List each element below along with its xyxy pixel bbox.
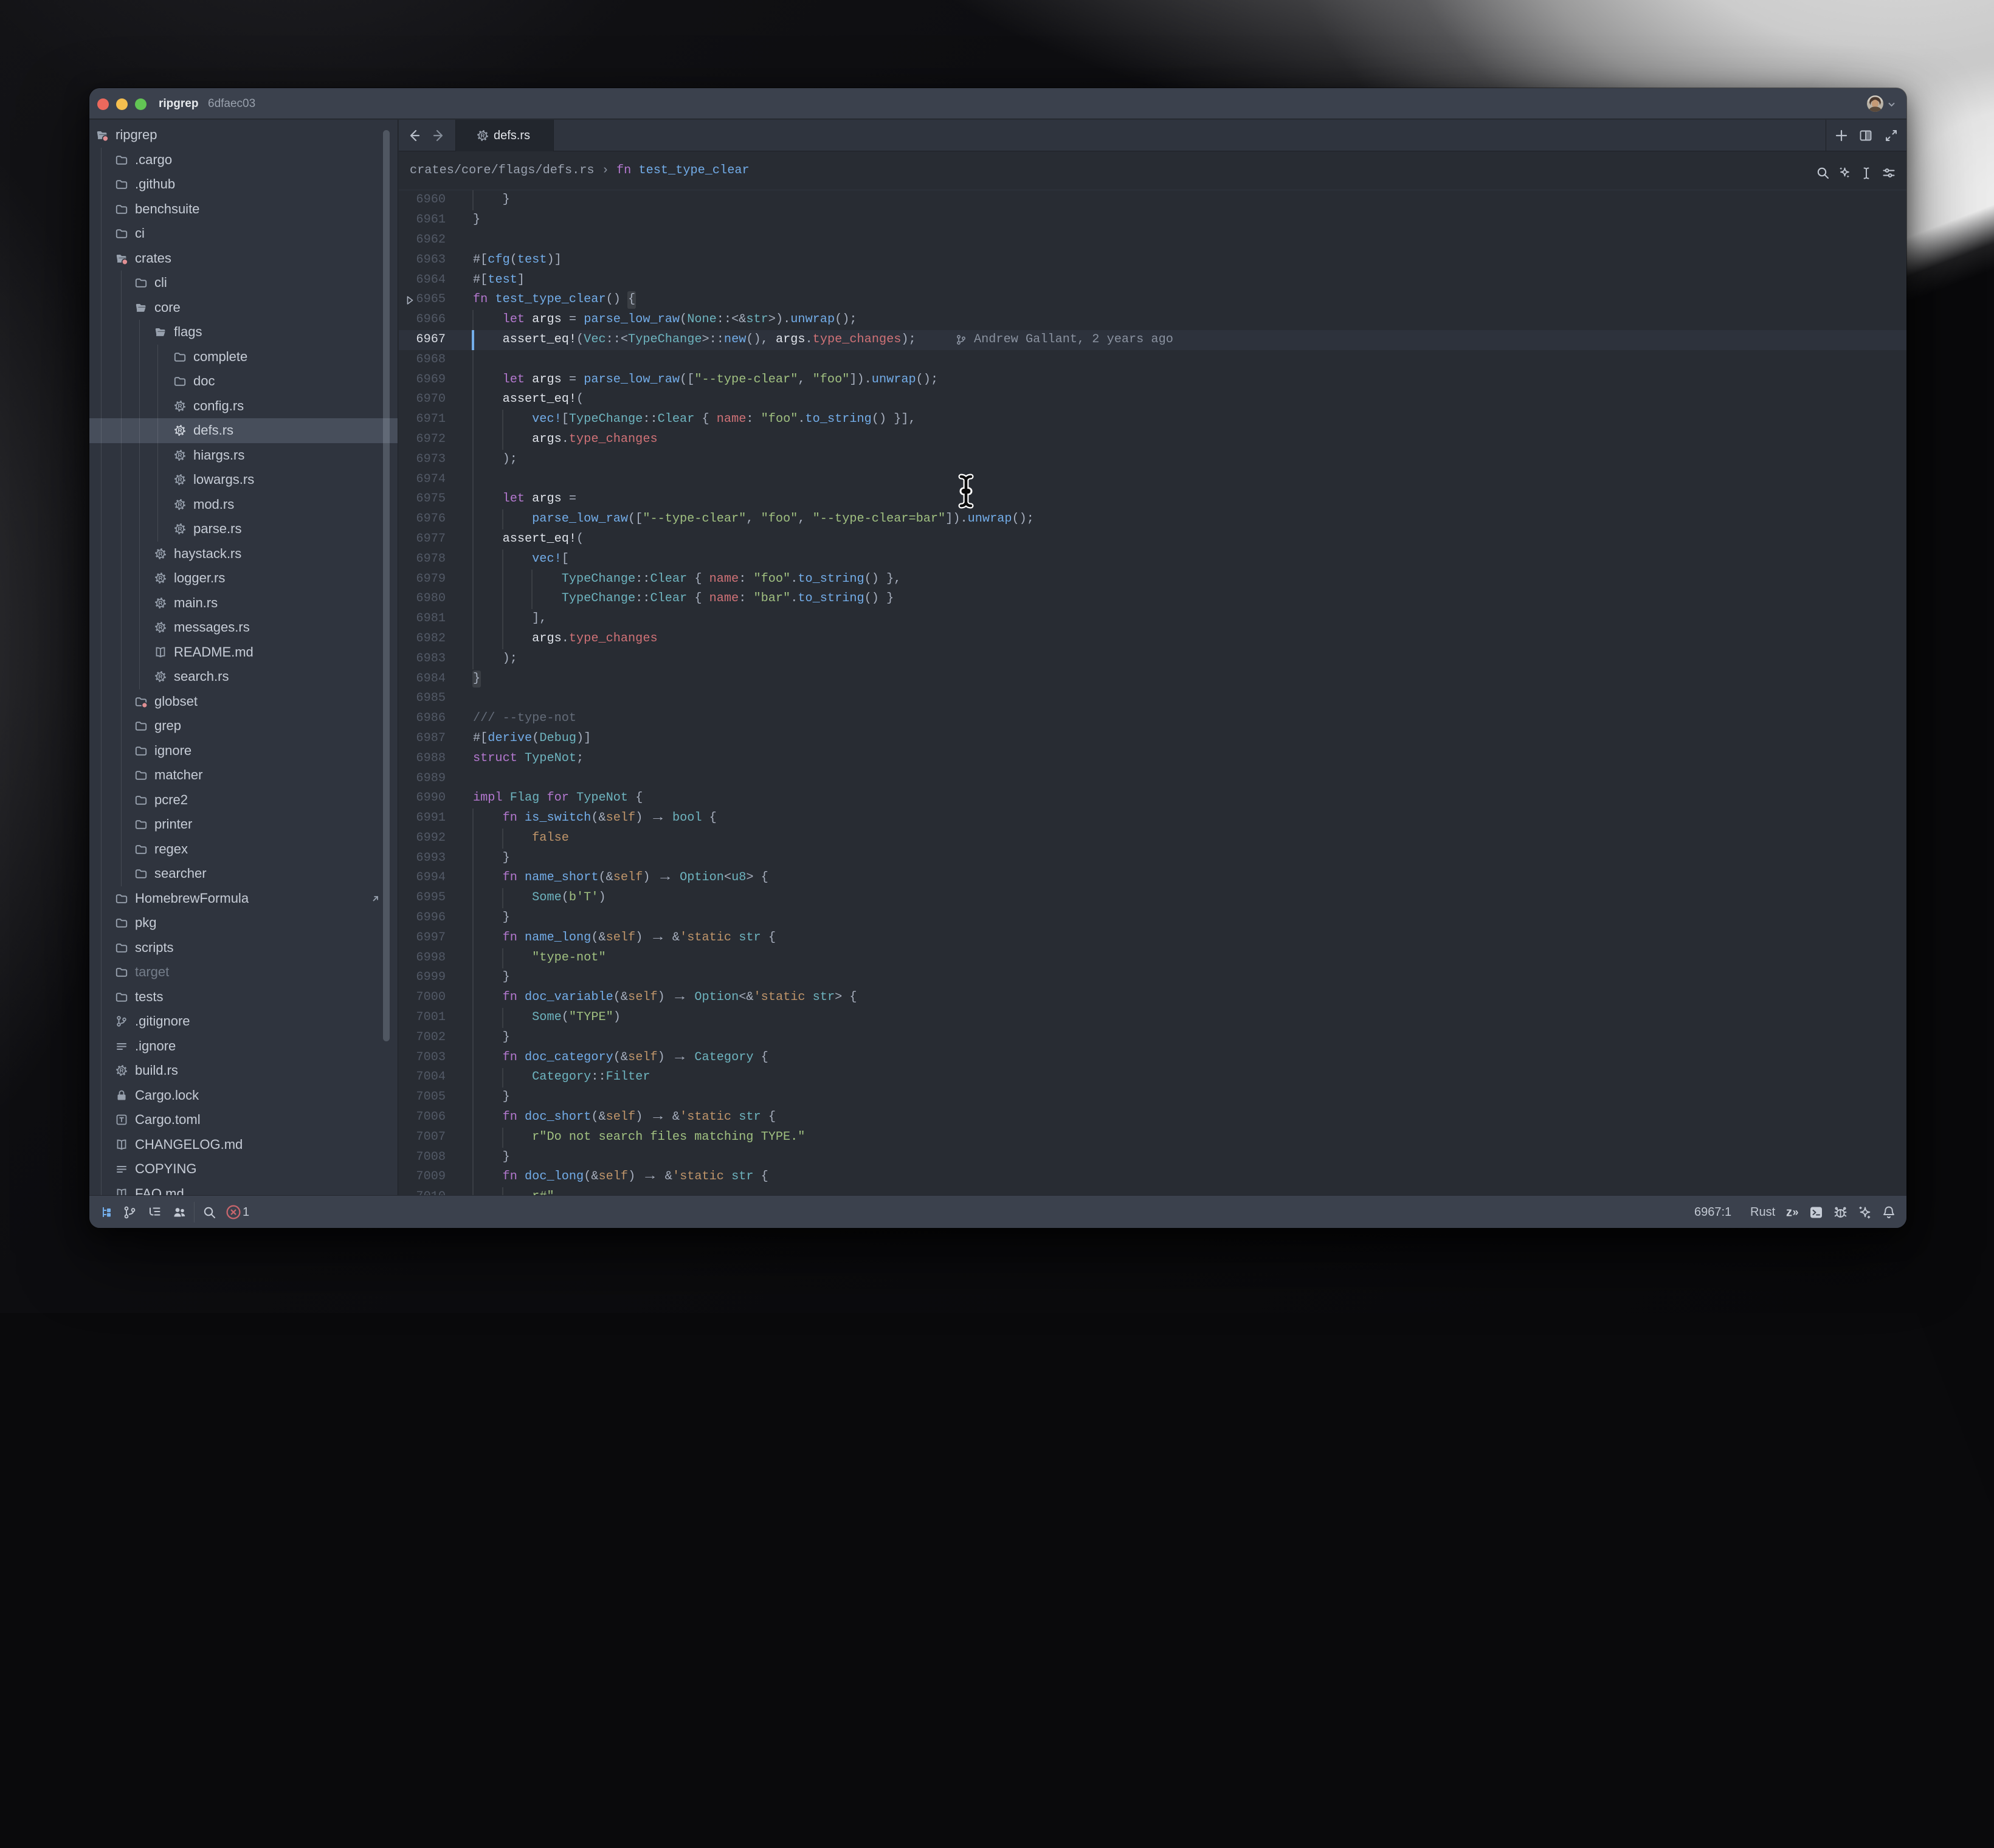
svg-text:»: » [1793,1206,1799,1218]
svg-text:R: R [158,551,163,557]
svg-text:R: R [178,477,182,484]
svg-text:R: R [480,133,485,140]
svg-text:R: R [158,674,163,681]
svg-text:R: R [178,502,182,508]
svg-text:R: R [178,526,182,533]
svg-text:R: R [178,428,182,435]
svg-text:R: R [158,600,163,607]
svg-text:R: R [119,1068,124,1075]
svg-text:z: z [1786,1206,1792,1219]
svg-text:R: R [178,452,182,459]
svg-text:R: R [178,403,182,410]
svg-text:R: R [158,576,163,582]
svg-text:R: R [158,625,163,632]
